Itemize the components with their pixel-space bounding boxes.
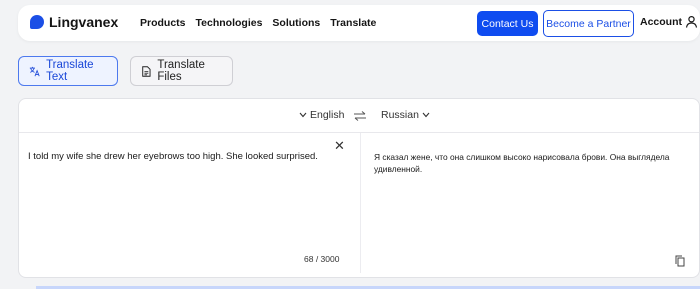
document-icon	[142, 65, 151, 77]
chevron-down-icon	[299, 112, 307, 118]
account-label: Account	[640, 15, 682, 28]
source-language-select[interactable]: English	[299, 109, 344, 121]
tab-translate-text[interactable]: Translate Text	[18, 56, 118, 86]
translate-icon	[29, 66, 40, 76]
copy-button[interactable]	[675, 254, 685, 272]
source-text-input[interactable]: I told my wife she drew her eyebrows too…	[28, 151, 348, 162]
logo[interactable]: Lingvanex	[30, 14, 118, 30]
nav-technologies[interactable]: Technologies	[196, 17, 263, 29]
contact-us-button[interactable]: Contact Us	[477, 11, 538, 36]
translator-panel: English Russian ✕ I told my wife she dre…	[18, 98, 700, 278]
character-counter: 68 / 3000	[304, 254, 340, 264]
pane-divider	[360, 133, 361, 273]
swap-languages-button[interactable]	[353, 109, 367, 127]
nav-products[interactable]: Products	[140, 17, 186, 29]
logo-text: Lingvanex	[49, 14, 119, 30]
translation-output: Я сказал жене, что она слишком высоко на…	[374, 152, 670, 174]
tab-translate-text-label: Translate Text	[46, 59, 94, 83]
nav-solutions[interactable]: Solutions	[272, 17, 320, 29]
become-partner-button[interactable]: Become a Partner	[543, 10, 634, 37]
copy-icon	[675, 255, 685, 267]
logo-icon	[30, 15, 44, 29]
tab-translate-files[interactable]: Translate Files	[130, 56, 233, 86]
nav-translate[interactable]: Translate	[330, 17, 376, 29]
account-menu[interactable]: Account	[640, 15, 698, 28]
chevron-down-icon	[422, 112, 430, 118]
user-icon	[685, 15, 698, 28]
language-bar: English Russian	[19, 99, 699, 133]
swap-icon	[354, 111, 366, 121]
source-language-label: English	[310, 109, 345, 121]
top-navbar: Lingvanex Products Technologies Solution…	[18, 5, 700, 41]
tab-translate-files-label: Translate Files	[157, 59, 205, 83]
target-language-label: Russian	[381, 109, 419, 121]
target-language-select[interactable]: Russian	[381, 109, 430, 121]
main-nav: Products Technologies Solutions Translat…	[140, 17, 376, 29]
